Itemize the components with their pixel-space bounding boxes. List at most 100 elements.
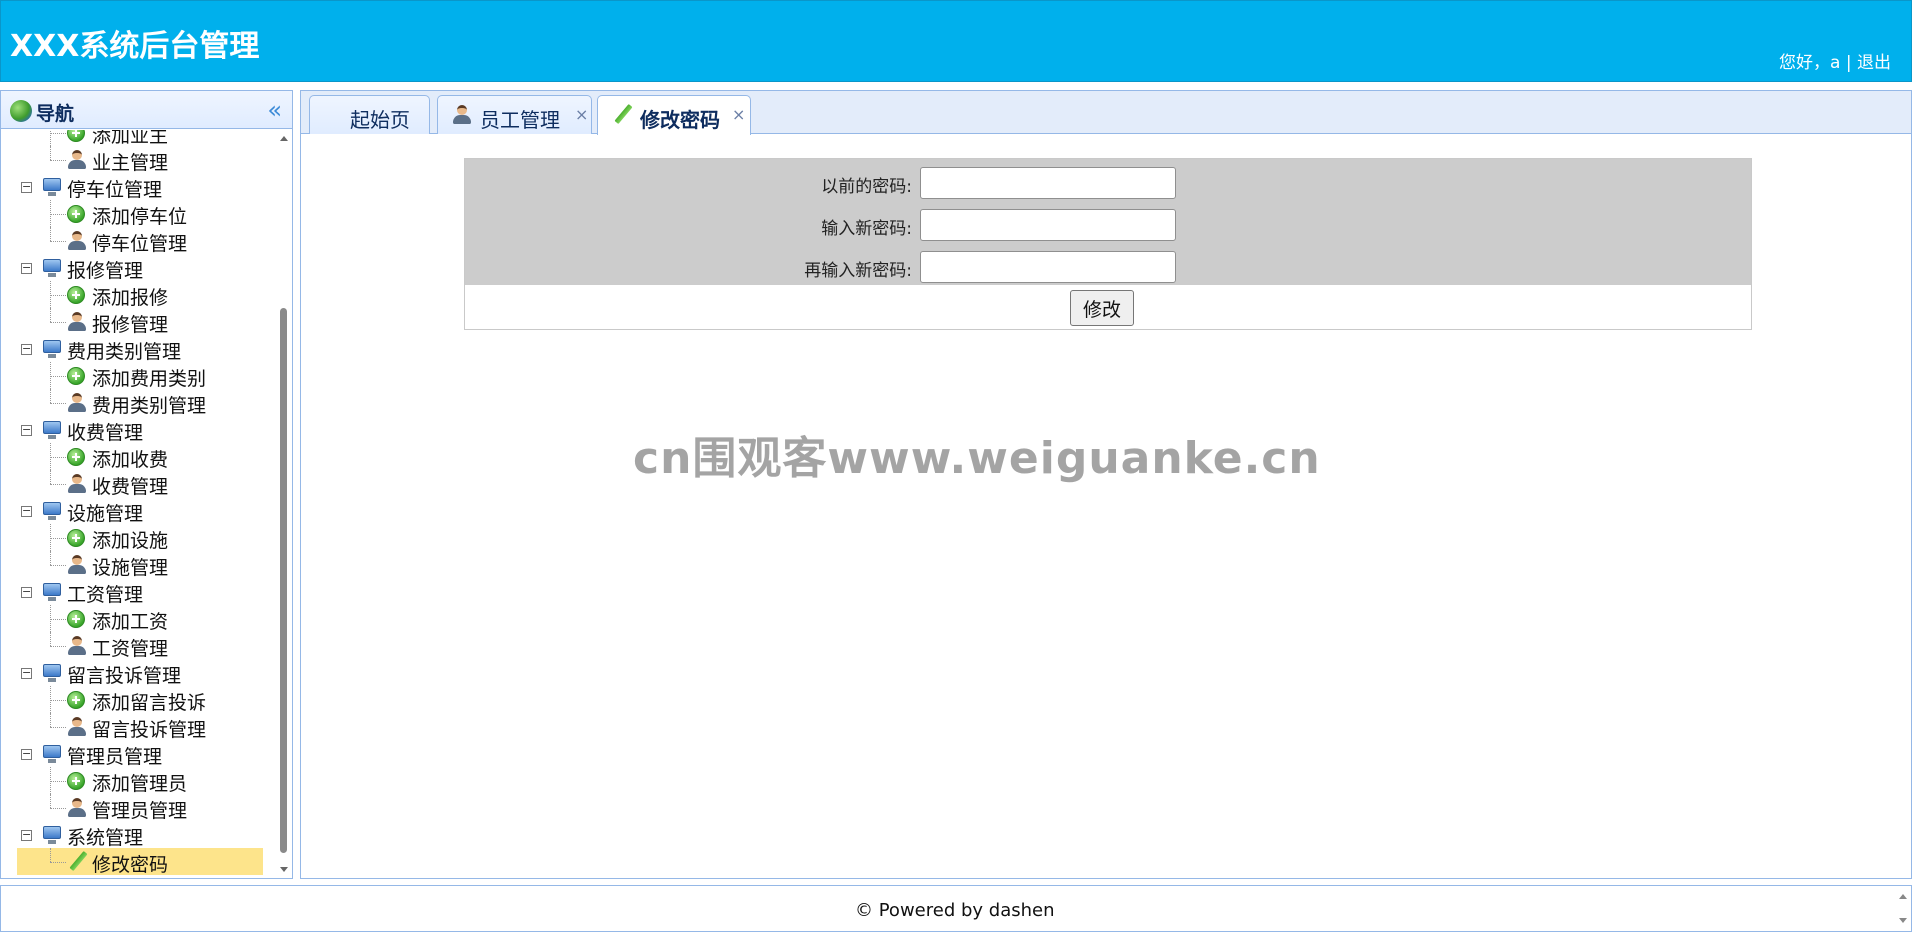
tree-line (50, 389, 51, 403)
tree-line (50, 295, 66, 296)
spin-down-icon[interactable] (1899, 918, 1907, 923)
sidebar-header: 导航 « (1, 91, 292, 129)
tab-label: 员工管理 (480, 108, 560, 132)
tree-item[interactable]: 修改密码 (1, 848, 276, 876)
tree-group[interactable]: − 报修管理 (1, 254, 276, 282)
tree-line (50, 308, 51, 322)
confirm-password-field[interactable] (920, 251, 1176, 283)
collapse-toggle-icon[interactable]: − (21, 748, 32, 760)
tree-item[interactable]: 设施管理 (1, 551, 276, 579)
tree-line (50, 470, 51, 484)
sidebar-scrollbar[interactable] (275, 130, 292, 878)
tree-item[interactable]: 管理员管理 (1, 794, 276, 822)
tree-line (50, 565, 66, 566)
user-area: 您好，a | 退出 (1779, 48, 1891, 73)
scroll-up-icon[interactable] (280, 136, 288, 141)
tree-item[interactable]: 添加业主 (1, 130, 276, 147)
tree-item[interactable]: 费用类别管理 (1, 389, 276, 417)
tree-item-label: 添加留言投诉 (92, 692, 207, 714)
user-icon (67, 716, 87, 737)
close-icon[interactable]: × (575, 105, 588, 124)
new-password-field[interactable] (920, 209, 1176, 241)
scroll-thumb[interactable] (280, 308, 287, 853)
tree-line (50, 214, 66, 215)
tree-item[interactable]: 工资管理 (1, 632, 276, 660)
collapse-toggle-icon[interactable]: − (21, 829, 32, 841)
tree-item-label: 工资管理 (92, 638, 169, 660)
user-icon (67, 230, 87, 251)
user-icon (67, 554, 87, 575)
app-title: XXX系统后台管理 (10, 29, 260, 64)
tree-item[interactable]: 收费管理 (1, 470, 276, 498)
collapse-toggle-icon[interactable]: − (21, 262, 32, 274)
user-icon (452, 104, 472, 125)
tree-item-label: 报修管理 (67, 260, 144, 282)
logout-link[interactable]: 退出 (1857, 53, 1891, 73)
old-password-row: 以前的密码: (465, 162, 1751, 202)
scroll-down-icon[interactable] (280, 867, 288, 872)
old-password-field[interactable] (920, 167, 1176, 199)
sidebar-nav: 导航 « 添加业主业主管理 − 停车位管理添加停车位 停车位管理 − 报修管理 添加报修 报修… (0, 90, 293, 879)
tree-group[interactable]: − 管理员管理 (1, 740, 276, 768)
tree-line (50, 227, 51, 241)
collapse-toggle-icon[interactable]: − (21, 181, 32, 193)
tree-group[interactable]: − 工资管理 (1, 578, 276, 606)
globe-icon (10, 100, 32, 122)
tree-item[interactable]: 业主管理 (1, 146, 276, 174)
tree-item-label: 费用类别管理 (67, 341, 182, 363)
pencil-icon (612, 104, 634, 126)
old-password-label: 以前的密码: (821, 177, 912, 197)
tree-item[interactable]: 留言投诉管理 (1, 713, 276, 741)
tree-item-label: 工资管理 (67, 584, 144, 606)
tab-employee-management[interactable]: 员工管理 × (437, 95, 592, 134)
monitor-icon (43, 745, 61, 763)
collapse-toggle-icon[interactable]: − (21, 424, 32, 436)
tree-item[interactable]: 添加留言投诉 (1, 686, 276, 714)
tree-item-label: 留言投诉管理 (92, 719, 207, 741)
tree-item-label: 业主管理 (92, 152, 169, 174)
tree-item[interactable]: 添加设施 (1, 524, 276, 552)
tree-group[interactable]: − 留言投诉管理 (1, 659, 276, 687)
tree-item[interactable]: 添加工资 (1, 605, 276, 633)
tree-item[interactable]: 添加费用类别 (1, 362, 276, 390)
add-circle-icon (67, 772, 85, 790)
tree-item[interactable]: 添加管理员 (1, 767, 276, 795)
tree-line (50, 848, 51, 862)
username-text: a (1830, 53, 1841, 73)
tree-line (50, 484, 66, 485)
tree-line (50, 376, 66, 377)
tree-item-label: 费用类别管理 (92, 395, 207, 417)
collapse-toggle-icon[interactable]: − (21, 586, 32, 598)
collapse-toggle-icon[interactable]: − (21, 667, 32, 679)
tree-item-label: 设施管理 (92, 557, 169, 579)
tree-group[interactable]: − 收费管理 (1, 416, 276, 444)
tree-line (50, 551, 51, 565)
collapse-toggle-icon[interactable]: − (21, 343, 32, 355)
submit-button[interactable]: 修改 (1070, 290, 1134, 326)
tree-item[interactable]: 报修管理 (1, 308, 276, 336)
tab-change-password[interactable]: 修改密码 × (597, 95, 751, 135)
tree-line (50, 632, 51, 646)
nav-tree[interactable]: 添加业主业主管理 − 停车位管理添加停车位 停车位管理 − 报修管理 添加报修 报修管理 − 费用… (1, 130, 292, 878)
user-icon (67, 311, 87, 332)
tree-group[interactable]: − 费用类别管理 (1, 335, 276, 363)
tree-group[interactable]: − 停车位管理 (1, 173, 276, 201)
collapse-icon[interactable]: « (267, 96, 282, 124)
tree-line (50, 403, 66, 404)
tree-group[interactable]: − 设施管理 (1, 497, 276, 525)
tree-item[interactable]: 添加停车位 (1, 200, 276, 228)
tree-group[interactable]: − 系统管理 (1, 821, 276, 849)
collapse-toggle-icon[interactable]: − (21, 505, 32, 517)
spin-up-icon[interactable] (1899, 894, 1907, 899)
close-icon[interactable]: × (732, 105, 745, 124)
tree-item-label: 添加停车位 (92, 206, 188, 228)
sidebar-title: 导航 (36, 103, 75, 125)
tab-home[interactable]: 起始页 (309, 95, 430, 134)
tree-item-label: 添加设施 (92, 530, 169, 552)
tree-item[interactable]: 添加收费 (1, 443, 276, 471)
tree-item[interactable]: 停车位管理 (1, 227, 276, 255)
new-password-row: 输入新密码: (465, 204, 1751, 244)
tree-item-label: 添加费用类别 (92, 368, 207, 390)
tree-line (50, 133, 66, 134)
tree-item[interactable]: 添加报修 (1, 281, 276, 309)
